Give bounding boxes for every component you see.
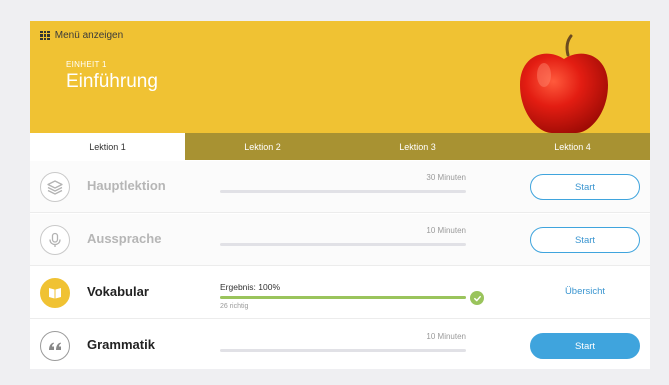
lesson-progress: 10 Minuten bbox=[220, 226, 466, 256]
lesson-title: Vokabular bbox=[87, 284, 149, 299]
unit-title: Einführung bbox=[66, 71, 158, 92]
progress-track bbox=[220, 190, 466, 193]
lesson-duration: 10 Minuten bbox=[426, 332, 466, 341]
lesson-duration: 10 Minuten bbox=[426, 226, 466, 235]
progress-track bbox=[220, 296, 466, 299]
progress-fill bbox=[220, 296, 466, 299]
lesson-row-grammatik: Grammatik 10 Minuten Start bbox=[30, 320, 650, 369]
menu-label: Menü anzeigen bbox=[54, 30, 124, 41]
unit-label: EINHEIT 1 bbox=[66, 60, 107, 69]
lesson-row-vokabular: Vokabular Ergebnis: 100% 26 richtig Über… bbox=[30, 267, 650, 319]
lesson-title: Aussprache bbox=[87, 231, 162, 246]
lesson-duration: 30 Minuten bbox=[426, 173, 466, 182]
book-icon bbox=[40, 278, 70, 308]
apple-image bbox=[520, 34, 608, 133]
unit-header: Menü anzeigen EINHEIT 1 Einführung bbox=[30, 21, 650, 133]
lesson-correct-count: 26 richtig bbox=[220, 303, 249, 310]
tab-lektion-4[interactable]: Lektion 4 bbox=[495, 133, 650, 160]
lesson-tabs: Lektion 1 Lektion 2 Lektion 3 Lektion 4 bbox=[30, 133, 650, 160]
tab-lektion-2[interactable]: Lektion 2 bbox=[185, 133, 340, 160]
layers-icon bbox=[40, 172, 70, 202]
lesson-progress: Ergebnis: 100% 26 richtig bbox=[220, 279, 466, 310]
tab-lektion-3[interactable]: Lektion 3 bbox=[340, 133, 495, 160]
start-button-hauptlektion[interactable]: Start bbox=[530, 174, 640, 200]
start-button-grammatik[interactable]: Start bbox=[530, 333, 640, 359]
lesson-title: Hauptlektion bbox=[87, 178, 166, 193]
lesson-progress: 30 Minuten bbox=[220, 173, 466, 203]
tab-lektion-1[interactable]: Lektion 1 bbox=[30, 133, 185, 160]
lesson-row-hauptlektion: Hauptlektion 30 Minuten Start bbox=[30, 161, 650, 213]
lesson-row-aussprache: Aussprache 10 Minuten Start bbox=[30, 214, 650, 266]
quote-icon bbox=[40, 331, 70, 361]
lesson-result: Ergebnis: 100% bbox=[220, 282, 281, 292]
unit-card: Menü anzeigen EINHEIT 1 Einführung Lekti… bbox=[30, 21, 650, 369]
microphone-icon bbox=[40, 225, 70, 255]
progress-track bbox=[220, 243, 466, 246]
lesson-progress: 10 Minuten bbox=[220, 332, 466, 362]
grid-menu-icon bbox=[40, 30, 50, 41]
lesson-title: Grammatik bbox=[87, 337, 155, 352]
show-menu-button[interactable]: Menü anzeigen bbox=[40, 30, 123, 41]
start-button-aussprache[interactable]: Start bbox=[530, 227, 640, 253]
overview-link[interactable]: Übersicht bbox=[530, 286, 640, 297]
progress-track bbox=[220, 349, 466, 352]
check-icon bbox=[470, 291, 484, 305]
